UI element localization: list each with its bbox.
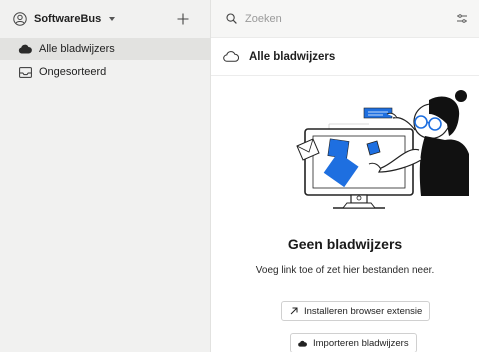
filter-settings-icon[interactable] [455, 12, 469, 26]
sidebar-item-label: Alle bladwijzers [39, 43, 115, 55]
sidebar-item-label: Ongesorteerd [39, 66, 107, 78]
sidebar-item-alle-bladwijzers[interactable]: Alle bladwijzers [0, 38, 210, 60]
button-label: Installeren browser extensie [304, 305, 423, 317]
empty-state-subtitle: Voeg link toe of zet hier bestanden neer… [255, 265, 435, 276]
search-icon [225, 12, 238, 25]
cloud-outline-icon [223, 50, 239, 64]
sidebar: SoftwareBus Alle bladwijzers Ongesorteer… [0, 0, 211, 352]
import-bookmarks-button[interactable]: Importeren bladwijzers [290, 333, 417, 352]
add-plus-icon[interactable] [176, 12, 190, 26]
cloud-icon [298, 339, 307, 348]
collection-switcher[interactable]: SoftwareBus [0, 0, 210, 38]
empty-state-title: Geen bladwijzers [287, 236, 403, 252]
cloud-icon [18, 42, 32, 56]
button-label: Importeren bladwijzers [313, 337, 409, 349]
user-avatar-icon [13, 12, 27, 26]
app-window: SoftwareBus Alle bladwijzers Ongesorteer… [0, 0, 479, 352]
search-bar [211, 0, 479, 38]
search-input[interactable] [245, 12, 445, 25]
arrow-up-right-icon [289, 307, 298, 316]
inbox-icon [18, 65, 32, 79]
collection-header: Alle bladwijzers [211, 38, 479, 76]
collection-name: SoftwareBus [34, 13, 102, 25]
sidebar-item-ongesorteerd[interactable]: Ongesorteerd [0, 61, 210, 83]
empty-state-illustration [269, 84, 469, 224]
main-panel: Alle bladwijzers [211, 0, 479, 352]
install-browser-extension-button[interactable]: Installeren browser extensie [281, 301, 431, 321]
chevron-down-icon [109, 17, 116, 21]
page-title: Alle bladwijzers [249, 50, 336, 63]
